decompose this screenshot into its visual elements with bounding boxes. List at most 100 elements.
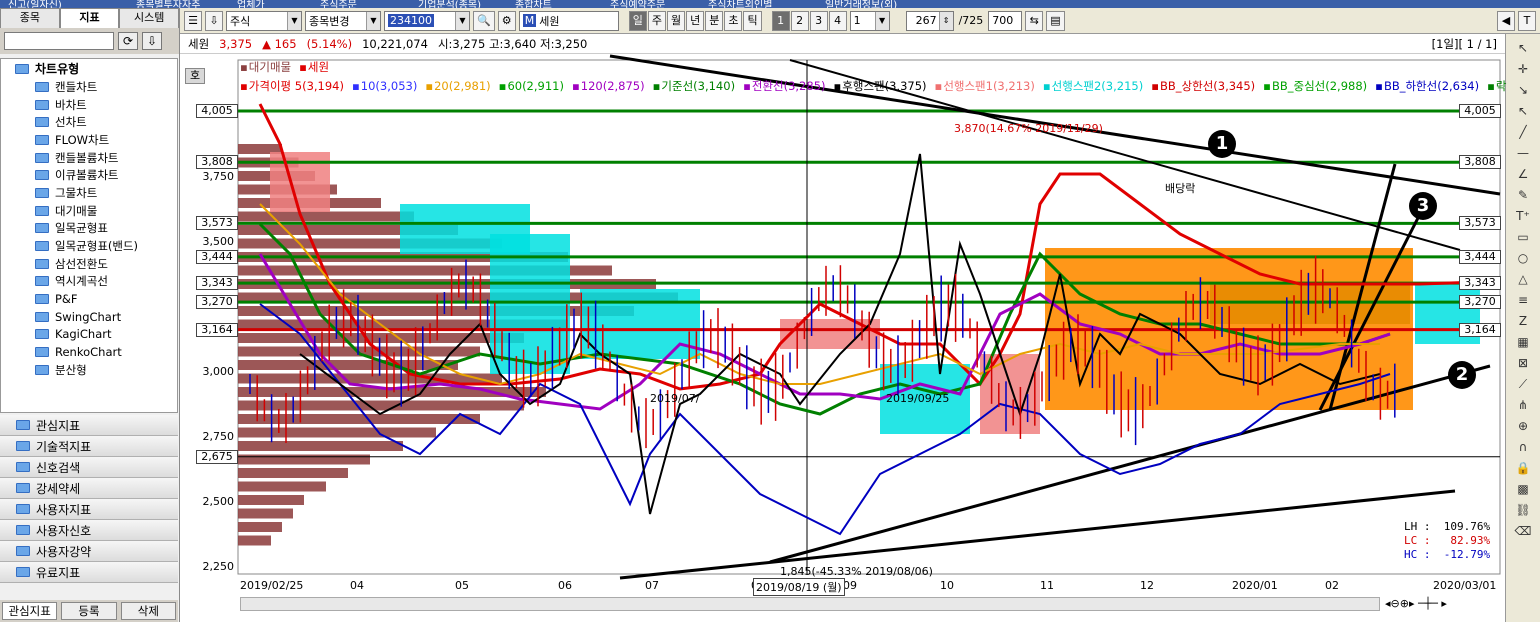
download-icon[interactable]: ⇩ — [142, 32, 162, 50]
rectangle-icon[interactable]: ▭ — [1514, 229, 1532, 246]
legend-item[interactable]: ▪BB_하한선(2,634) — [1375, 79, 1483, 93]
stock-name-field[interactable]: M 세원 — [518, 10, 619, 31]
legend-item[interactable]: ▪60(2,911) — [499, 79, 568, 93]
tab-stock[interactable]: 종목 — [0, 8, 60, 28]
window-tab[interactable]: 주식주문 — [320, 0, 357, 8]
stock-change-select[interactable]: 종목변경 ▼ — [305, 10, 381, 31]
period-number-button[interactable]: 1 — [771, 10, 790, 31]
refresh-icon[interactable]: ⟳ — [118, 32, 138, 50]
line-icon[interactable]: ╱ — [1514, 124, 1532, 141]
tree-item[interactable]: P&F — [1, 290, 177, 308]
tree-item[interactable]: 일목균형표 — [1, 220, 177, 238]
fibo-icon[interactable]: ≡ — [1514, 292, 1532, 309]
period-button[interactable]: 분 — [705, 10, 724, 31]
period-number-button[interactable]: 3 — [809, 10, 828, 31]
window-tab[interactable]: 종합차트 — [515, 0, 552, 8]
period-number-button[interactable]: 2 — [790, 10, 809, 31]
pencil-icon[interactable]: ✎ — [1514, 187, 1532, 204]
window-tab[interactable]: 일반거래정보(외) — [825, 0, 897, 8]
cycle-icon[interactable]: ⊠ — [1514, 355, 1532, 372]
wrench-icon[interactable]: ⚙ — [497, 10, 516, 31]
window-tab[interactable]: 주식차트외인별 — [708, 0, 772, 8]
tree-item[interactable]: 그물차트 — [1, 184, 177, 202]
period-button[interactable]: 일 — [628, 10, 647, 31]
tree-item[interactable]: 선차트 — [1, 113, 177, 131]
legend-item[interactable]: ▪후행스팬(3,375) — [834, 79, 931, 93]
tree-item[interactable]: FLOW차트 — [1, 131, 177, 149]
search-icon[interactable]: 🔍 — [473, 10, 495, 31]
legend-item[interactable]: ▪전환선(3,285) — [743, 79, 829, 93]
magnet-icon[interactable]: ∩ — [1514, 439, 1532, 456]
scroll-left-icon[interactable]: ◀ — [1497, 10, 1515, 31]
period-button[interactable]: 초 — [724, 10, 743, 31]
category-item[interactable]: 사용자신호 — [0, 520, 178, 541]
zigzag-icon[interactable]: Z — [1514, 313, 1532, 330]
legend-item[interactable]: ▪가격이평 5(3,194) — [240, 79, 348, 93]
tree-item[interactable]: SwingChart — [1, 308, 177, 326]
apply-icon[interactable]: ⇆ — [1025, 10, 1044, 31]
period-number-select[interactable]: 1 ▼ — [849, 10, 890, 31]
legend-item[interactable]: ▪선행스팬2(3,215) — [1043, 79, 1147, 93]
lock-icon[interactable]: 🔒 — [1514, 460, 1532, 477]
tab-indicator[interactable]: 지표 — [59, 8, 120, 28]
window-tab[interactable]: 종목별투자자추 — [136, 0, 200, 8]
grid-icon[interactable]: ▦ — [1514, 334, 1532, 351]
chart-area[interactable]: 호 ▪대기매물 ▪세원▪가격이평 5(3,194) ▪10(3,053) ▪20(2,… — [180, 54, 1507, 622]
period-button[interactable]: 월 — [666, 10, 686, 31]
category-item[interactable]: 사용자강약 — [0, 541, 178, 562]
list-icon[interactable]: ☰ — [184, 10, 202, 31]
arrow-icon[interactable]: ↖ — [1514, 103, 1532, 120]
eraser-icon[interactable]: ⌫ — [1514, 523, 1532, 540]
legend-item[interactable]: ▪BB_상한선(3,345) — [1151, 79, 1259, 93]
circle-icon[interactable]: ○ — [1514, 250, 1532, 267]
display-count-input[interactable]: 700 — [988, 10, 1023, 31]
save-icon[interactable]: ▤ — [1046, 10, 1065, 31]
target-icon[interactable]: ⊕ — [1514, 418, 1532, 435]
tree-item[interactable]: RenkoChart — [1, 343, 177, 361]
triangle-icon[interactable]: △ — [1514, 271, 1532, 288]
indicator-search-input[interactable] — [4, 32, 114, 50]
price-chart[interactable] — [180, 54, 1505, 622]
zig-icon[interactable]: ⋔ — [1514, 397, 1532, 414]
pattern-icon[interactable]: ▩ — [1514, 481, 1532, 498]
window-tab[interactable]: 업체가 — [237, 0, 265, 8]
category-item[interactable]: 강세약세 — [0, 478, 178, 499]
category-item[interactable]: 유료지표 — [0, 562, 178, 583]
cursor-icon[interactable]: ↖ — [1514, 40, 1532, 57]
tab-system[interactable]: 시스템 — [119, 8, 180, 28]
tree-item[interactable]: KagiChart — [1, 326, 177, 344]
text-tool-icon[interactable]: T — [1518, 10, 1536, 31]
legend-item[interactable]: ▪기준선(3,140) — [653, 79, 739, 93]
tree-item[interactable]: 일목균형표(밴드) — [1, 237, 177, 255]
category-item[interactable]: 사용자지표 — [0, 499, 178, 520]
window-tab[interactable]: 신고(일자신) — [8, 0, 62, 8]
period-number-button[interactable]: 4 — [828, 10, 847, 31]
legend-item[interactable]: ▪선행스팬1(3,213) — [935, 79, 1039, 93]
legend-item[interactable]: ▪120(2,875) — [572, 79, 649, 93]
tree-header[interactable]: 차트유형 — [1, 59, 177, 78]
count-spinner[interactable]: 267 ⇕ — [905, 10, 954, 31]
tree-item[interactable]: 캔들차트 — [1, 78, 177, 96]
window-tab[interactable]: 기업분석(종목) — [418, 0, 481, 8]
chain-icon[interactable]: ⛓ — [1514, 502, 1532, 519]
tree-item[interactable]: 대기매물 — [1, 202, 177, 220]
period-button[interactable]: 년 — [686, 10, 705, 31]
download-icon[interactable]: ⇩ — [205, 10, 223, 31]
category-item[interactable]: 관심지표 — [0, 415, 178, 436]
tree-item[interactable]: 캔들볼륨차트 — [1, 149, 177, 167]
crosshair-icon[interactable]: ✛ — [1514, 61, 1532, 78]
period-button[interactable]: 틱 — [743, 10, 762, 31]
legend-item[interactable]: ▪대기매물 — [240, 60, 295, 74]
period-button[interactable]: 주 — [647, 10, 666, 31]
category-item[interactable]: 신호검색 — [0, 457, 178, 478]
angle-icon[interactable]: ∠ — [1514, 166, 1532, 183]
tree-item[interactable]: 분산형 — [1, 361, 177, 379]
delete-button[interactable]: 삭제 — [120, 602, 176, 620]
window-tab[interactable]: 주식예약주문 — [610, 0, 665, 8]
legend-item[interactable]: ▪20(2,981) — [425, 79, 494, 93]
text-plus-icon[interactable]: T⁺ — [1514, 208, 1532, 225]
tree-item[interactable]: 바차트 — [1, 96, 177, 114]
zoom-controls[interactable]: ◂⊖⊕▸ ─┼─ ▸ — [1385, 597, 1447, 610]
fan-icon[interactable]: ⟋ — [1514, 376, 1532, 393]
tree-item[interactable]: 삼선전환도 — [1, 255, 177, 273]
